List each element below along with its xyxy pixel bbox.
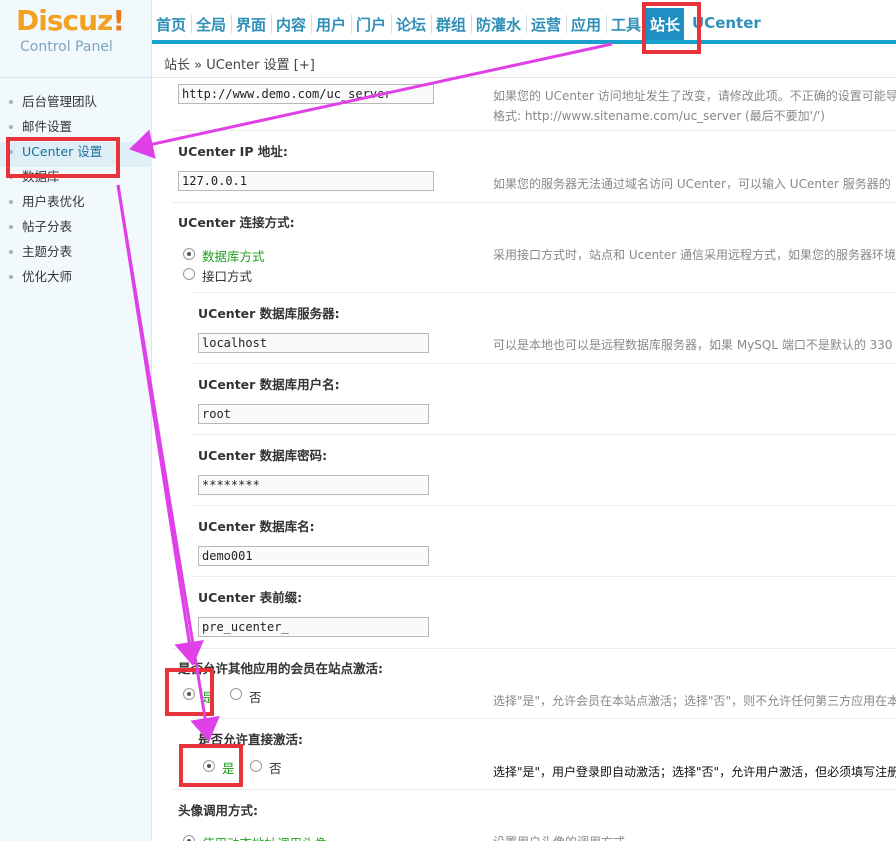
divider — [172, 648, 896, 649]
avatar-dynamic-radio[interactable] — [183, 835, 195, 841]
bullet-icon — [9, 225, 13, 229]
breadcrumb-bar: 站长 » UCenter 设置 [+] — [152, 46, 896, 78]
direct-activate-label: 是否允许直接激活: — [198, 732, 303, 747]
nav-home[interactable]: 首页 — [156, 14, 186, 36]
uc-url-format-tip: 格式: http://www.sitename.com/uc_server (最… — [493, 109, 825, 123]
logo-brand: Discuz! — [16, 4, 125, 37]
divider — [192, 363, 896, 364]
bullet-icon — [9, 150, 13, 154]
nav-separator — [391, 15, 392, 33]
sidebar-item-optimizer[interactable]: 优化大师 — [0, 267, 152, 292]
db-name-field[interactable]: demo001 — [198, 546, 429, 566]
sidebar-item-admin-team[interactable]: 后台管理团队 — [0, 92, 152, 117]
nav-forum[interactable]: 论坛 — [396, 14, 426, 36]
uc-connect-label: UCenter 连接方式: — [178, 215, 295, 230]
logo[interactable]: Discuz! Control Panel — [0, 0, 152, 78]
nav-global[interactable]: 全局 — [196, 14, 226, 36]
direct-activate-tip: 选择"是"，用户登录即自动激活；选择"否"，允许用户激活，但必须填写注册 — [493, 765, 896, 779]
avatar-dynamic-label: 使用动态地址调用头像 — [202, 833, 327, 841]
db-host-field[interactable]: localhost — [198, 333, 429, 353]
divider — [192, 434, 896, 435]
avatar-tip: 设置用户头像的调用方式 — [493, 833, 625, 841]
divider — [172, 202, 896, 203]
direct-activate-yes-radio[interactable] — [203, 760, 215, 772]
nav-separator — [231, 15, 232, 33]
allow-activate-no-radio[interactable] — [230, 688, 242, 700]
divider — [192, 718, 896, 719]
divider — [172, 789, 896, 790]
divider — [192, 505, 896, 506]
db-prefix-field[interactable]: pre_ucenter_ — [198, 617, 429, 637]
allow-activate-tip: 选择"是"，允许会员在本站点激活；选择"否"，则不允许任何第三方应用在本 — [493, 694, 896, 708]
uc-url-field[interactable]: http://www.demo.com/uc_server — [178, 84, 434, 104]
connect-db-radio[interactable] — [183, 248, 195, 260]
db-user-label: UCenter 数据库用户名: — [198, 377, 340, 392]
nav-separator — [311, 15, 312, 33]
uc-ip-field[interactable]: 127.0.0.1 — [178, 171, 434, 191]
breadcrumb[interactable]: 站长 » UCenter 设置 [+] — [164, 54, 315, 73]
connect-db-label: 数据库方式 — [202, 249, 265, 264]
allow-activate-no-label: 否 — [249, 690, 262, 705]
uc-connect-tip: 采用接口方式时，站点和 Ucenter 通信采用远程方式，如果您的服务器环境 — [493, 248, 896, 262]
nav-separator — [606, 15, 607, 33]
db-prefix-label: UCenter 表前缀: — [198, 590, 303, 605]
db-user-field[interactable]: root — [198, 404, 429, 424]
sidebar: 后台管理团队 邮件设置 UCenter 设置 数据库 用户表优化 帖子分表 主题… — [0, 78, 152, 841]
logo-subtitle: Control Panel — [20, 39, 113, 55]
nav-groups[interactable]: 群组 — [436, 14, 466, 36]
nav-separator — [191, 15, 192, 33]
nav-operations[interactable]: 运营 — [531, 14, 561, 36]
nav-portal[interactable]: 门户 — [356, 14, 386, 36]
divider — [192, 292, 896, 293]
nav-tools[interactable]: 工具 — [611, 14, 641, 36]
bullet-icon — [9, 125, 13, 129]
bullet-icon — [9, 175, 13, 179]
db-password-field[interactable]: ******** — [198, 475, 429, 495]
top-nav: 首页 全局 界面 内容 用户 门户 论坛 群组 防灌水 运营 应用 工具 站长 … — [152, 0, 896, 44]
nav-separator — [351, 15, 352, 33]
uc-ip-tip: 如果您的服务器无法通过域名访问 UCenter，可以输入 UCenter 服务器… — [493, 177, 891, 191]
divider — [172, 130, 896, 131]
nav-antispam[interactable]: 防灌水 — [476, 14, 521, 36]
nav-separator — [566, 15, 567, 33]
bullet-icon — [9, 250, 13, 254]
direct-activate-no-label: 否 — [269, 761, 282, 776]
db-host-tip: 可以是本地也可以是远程数据库服务器，如果 MySQL 端口不是默认的 330 — [493, 338, 893, 352]
bullet-icon — [9, 100, 13, 104]
nav-interface[interactable]: 界面 — [236, 14, 266, 36]
header: Discuz! Control Panel 首页 全局 界面 内容 用户 门户 … — [0, 0, 896, 78]
db-host-label: UCenter 数据库服务器: — [198, 306, 340, 321]
bullet-icon — [9, 200, 13, 204]
nav-separator — [431, 15, 432, 33]
allow-activate-label: 是否允许其他应用的会员在站点激活: — [178, 661, 383, 676]
allow-activate-yes-radio[interactable] — [183, 688, 195, 700]
nav-content[interactable]: 内容 — [276, 14, 306, 36]
divider — [192, 576, 896, 577]
uc-url-tip: 如果您的 UCenter 访问地址发生了改变，请修改此项。不正确的设置可能导 — [493, 89, 896, 103]
nav-webmaster[interactable]: 站长 — [646, 8, 685, 40]
sidebar-item-ucenter[interactable]: UCenter 设置 — [0, 142, 152, 167]
nav-users[interactable]: 用户 — [316, 14, 346, 36]
nav-separator — [471, 15, 472, 33]
settings-form: http://www.demo.com/uc_server 如果您的 UCent… — [152, 78, 896, 841]
direct-activate-no-radio[interactable] — [250, 760, 262, 772]
sidebar-item-database[interactable]: 数据库 — [0, 167, 152, 192]
nav-apps[interactable]: 应用 — [571, 14, 601, 36]
sidebar-item-mail[interactable]: 邮件设置 — [0, 117, 152, 142]
avatar-label: 头像调用方式: — [178, 803, 258, 818]
direct-activate-yes-label: 是 — [222, 761, 235, 776]
nav-separator — [526, 15, 527, 33]
uc-ip-label: UCenter IP 地址: — [178, 144, 288, 159]
sidebar-item-thread-split[interactable]: 主题分表 — [0, 242, 152, 267]
nav-ucenter[interactable]: UCenter — [692, 14, 761, 36]
connect-api-radio[interactable] — [183, 268, 195, 280]
connect-api-label: 接口方式 — [202, 269, 253, 284]
allow-activate-yes-label: 是 — [202, 690, 215, 705]
bullet-icon — [9, 275, 13, 279]
db-name-label: UCenter 数据库名: — [198, 519, 315, 534]
sidebar-item-user-table[interactable]: 用户表优化 — [0, 192, 152, 217]
db-password-label: UCenter 数据库密码: — [198, 448, 328, 463]
sidebar-item-post-split[interactable]: 帖子分表 — [0, 217, 152, 242]
nav-separator — [271, 15, 272, 33]
